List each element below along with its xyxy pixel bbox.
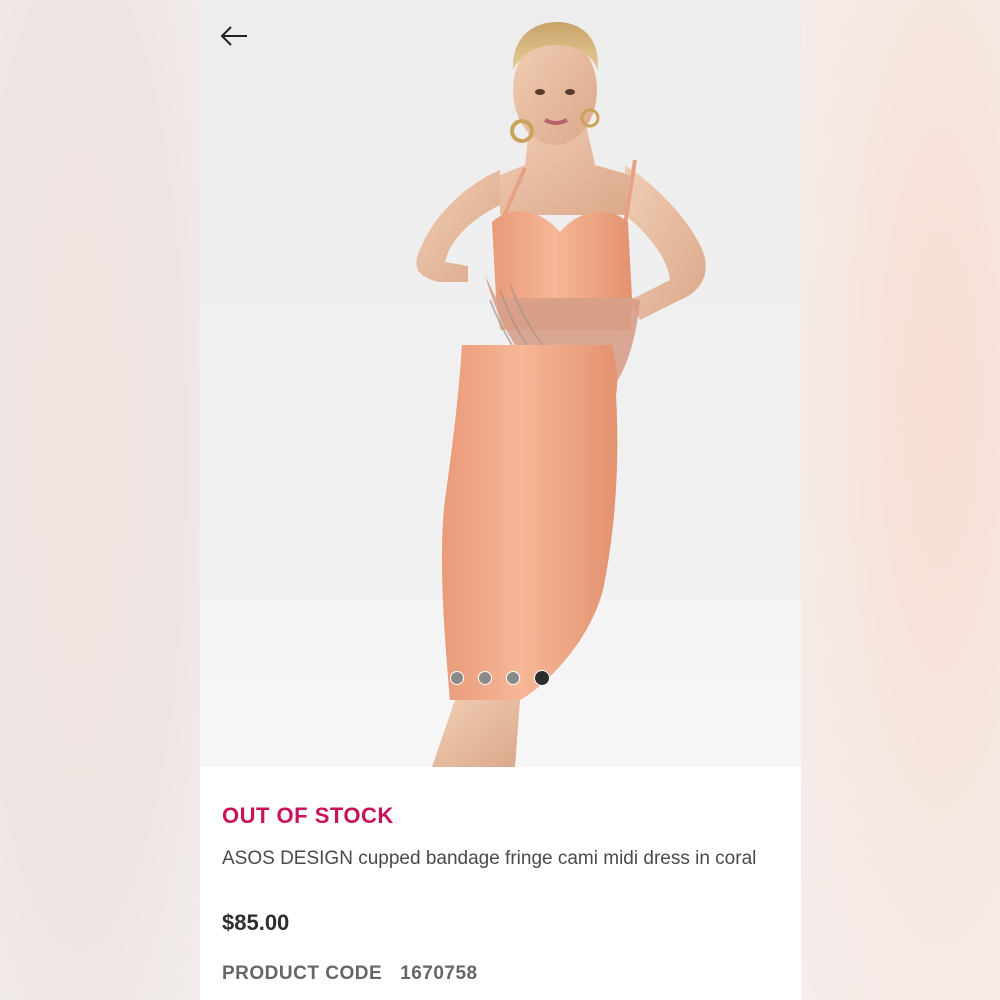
stock-status: OUT OF STOCK [222, 803, 394, 828]
product-price: $85.00 [222, 910, 290, 935]
product-page: OUT OF STOCK ASOS DESIGN cupped bandage … [200, 0, 801, 1000]
product-code: PRODUCT CODE 1670758 [222, 963, 478, 985]
gallery-dot-2[interactable] [478, 671, 492, 685]
back-button[interactable] [216, 20, 252, 52]
product-photo [416, 22, 706, 767]
product-title: ASOS DESIGN cupped bandage fringe cami m… [222, 848, 757, 869]
product-image-gallery[interactable] [200, 0, 801, 767]
gallery-pagination [450, 670, 550, 686]
product-info: OUT OF STOCK ASOS DESIGN cupped bandage … [200, 767, 801, 1000]
gallery-dot-4-active[interactable] [534, 670, 550, 686]
arrow-left-icon [220, 26, 247, 46]
product-code-label: PRODUCT CODE [222, 963, 383, 984]
gallery-dot-1[interactable] [450, 671, 464, 685]
product-code-value: 1670758 [400, 963, 478, 984]
right-background-blur [800, 0, 1000, 1000]
left-background-blur [0, 0, 200, 1000]
gallery-dot-3[interactable] [506, 671, 520, 685]
